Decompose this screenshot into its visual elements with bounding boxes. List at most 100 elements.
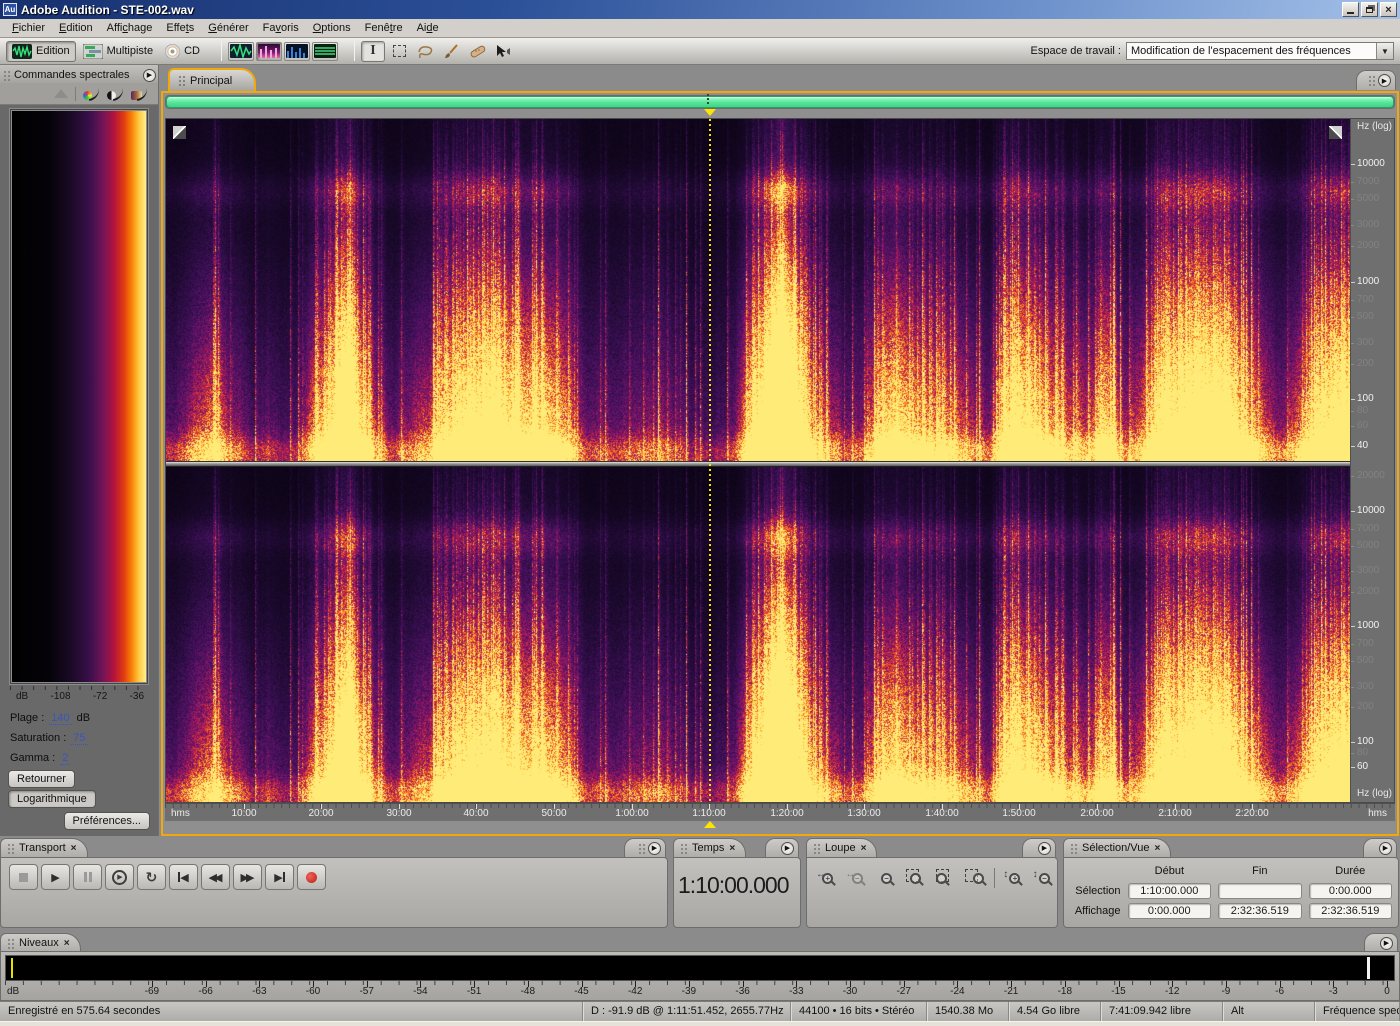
zoom-selection-end-button[interactable] — [962, 866, 987, 890]
spectrogram-left-channel[interactable] — [166, 119, 1350, 461]
view-waveform-button[interactable] — [228, 41, 254, 61]
plage-value[interactable]: 140 — [49, 712, 72, 725]
tab-selection-vue[interactable]: Sélection/Vue × — [1063, 838, 1172, 857]
playhead-line[interactable] — [709, 119, 711, 802]
time-ruler[interactable]: hms hms 10:00 20:00 30:00 40:00 50:00 1:00:00… — [165, 803, 1395, 821]
corner-grip-icon[interactable] — [173, 126, 186, 139]
minimize-button[interactable] — [1342, 2, 1359, 17]
panel-menu-icon[interactable]: ▶ — [781, 841, 794, 855]
level-meter[interactable] — [5, 955, 1395, 981]
close-icon[interactable]: × — [861, 843, 867, 854]
panel-grip[interactable] — [1368, 75, 1375, 86]
freq-label-3000: 3000 — [1357, 565, 1380, 576]
record-button[interactable] — [297, 864, 326, 890]
saturation-value[interactable]: 75 — [71, 732, 88, 745]
gamma-value[interactable]: 2 — [60, 752, 71, 765]
menu-aide[interactable]: Aide — [410, 20, 446, 36]
loop-button[interactable]: ↻ — [137, 864, 166, 890]
multipiste-view-button[interactable]: Multipiste — [78, 42, 158, 61]
menu-effets[interactable]: Effets — [159, 20, 201, 36]
preferences-button[interactable]: Préférences... — [63, 812, 150, 830]
tab-temps[interactable]: Temps × — [673, 838, 747, 857]
panel-menu-icon[interactable]: ▶ — [143, 68, 156, 82]
view-spectral-pan-button[interactable] — [284, 41, 310, 61]
horizontal-scrollbar[interactable] — [165, 94, 1395, 109]
chevron-down-icon[interactable]: ▼ — [1376, 43, 1393, 59]
panel-grip[interactable] — [3, 69, 10, 81]
color-curve-icon[interactable] — [83, 88, 100, 100]
close-icon[interactable]: × — [729, 843, 735, 854]
panel-menu-icon[interactable]: ▶ — [648, 841, 661, 855]
corner-grip-icon[interactable] — [1329, 126, 1342, 139]
panel-menu-icon[interactable]: ▶ — [1380, 936, 1393, 950]
close-button[interactable]: × — [1380, 2, 1397, 17]
close-icon[interactable]: × — [64, 938, 70, 949]
freq-label-500: 500 — [1357, 311, 1374, 322]
menu-edition[interactable]: Edition — [52, 20, 100, 36]
fast-forward-button[interactable]: ▶▶ — [233, 864, 262, 890]
play-from-cursor-button[interactable]: ▶ — [105, 864, 134, 890]
time-selection-tool[interactable]: I — [361, 40, 385, 62]
selection-duree-field[interactable]: 0:00.000 — [1308, 883, 1393, 899]
affichage-debut-field[interactable]: 0:00.000 — [1127, 903, 1212, 919]
meter-label--12: -12 — [1164, 986, 1180, 997]
close-icon[interactable]: × — [1154, 843, 1160, 854]
tab-loupe[interactable]: Loupe × — [806, 838, 878, 857]
healing-tool[interactable] — [465, 41, 489, 62]
zoom-selection-button[interactable] — [903, 866, 928, 890]
workspace-dropdown[interactable]: Modification de l'espacement des fréquen… — [1126, 42, 1394, 60]
edition-view-button[interactable]: Edition — [6, 40, 76, 62]
spectrogram-right-channel[interactable] — [166, 467, 1350, 802]
menu-options[interactable]: Options — [306, 20, 358, 36]
restore-button[interactable] — [1361, 2, 1378, 17]
selection-fin-field[interactable] — [1218, 883, 1302, 899]
spectral-palette-gradient[interactable] — [10, 109, 148, 684]
meter-label--9: -9 — [1221, 986, 1231, 997]
menu-fichier[interactable]: Fichier — [5, 20, 52, 36]
brush-tool[interactable] — [439, 41, 463, 62]
close-icon[interactable]: × — [71, 843, 77, 854]
marquee-selection-tool[interactable] — [387, 41, 411, 62]
lasso-selection-tool[interactable] — [413, 41, 437, 62]
tab-transport[interactable]: Transport × — [0, 838, 88, 857]
go-end-button[interactable]: ▶ — [265, 864, 294, 890]
panel-menu-icon[interactable]: ▶ — [1379, 841, 1392, 855]
playhead-marker-top[interactable] — [704, 109, 716, 116]
contrast-curve-icon[interactable] — [107, 88, 124, 100]
cd-view-button[interactable]: CD — [160, 42, 205, 61]
scrub-tool[interactable] — [491, 41, 515, 62]
playhead-marker-bottom[interactable] — [704, 821, 716, 828]
stop-button[interactable] — [9, 864, 38, 890]
affichage-duree-field[interactable]: 2:32:36.519 — [1308, 903, 1393, 919]
view-spectral-button[interactable] — [256, 41, 282, 61]
menu-fenêtre[interactable]: Fenêtre — [358, 20, 410, 36]
menu-affichage[interactable]: Affichage — [100, 20, 160, 36]
affichage-fin-field[interactable]: 2:32:36.519 — [1218, 903, 1302, 919]
logarithmique-button[interactable]: Logarithmique — [8, 790, 96, 808]
panel-menu-icon[interactable]: ▶ — [1038, 841, 1051, 855]
zoom-out-vertical-button[interactable]: ↕ − — [1032, 866, 1057, 890]
go-start-button[interactable]: ◀ — [169, 864, 198, 890]
menu-favoris[interactable]: Favoris — [256, 20, 306, 36]
time-display[interactable]: 1:10:00.000 — [674, 858, 800, 899]
tab-principal[interactable]: Principal — [168, 68, 257, 91]
tab-niveaux[interactable]: Niveaux × — [0, 933, 81, 952]
zoom-out-horizontal-button[interactable]: ↔ − — [844, 866, 869, 890]
horizontal-scrollbar-thumb[interactable] — [166, 96, 1394, 108]
zoom-full-button[interactable]: − — [874, 866, 899, 890]
spectral-marker-icon[interactable] — [54, 89, 68, 98]
retourner-button[interactable]: Retourner — [8, 770, 75, 788]
play-button[interactable]: ▶ — [41, 864, 70, 890]
menu-générer[interactable]: Générer — [201, 20, 255, 36]
rewind-button[interactable]: ◀◀ — [201, 864, 230, 890]
pause-button[interactable] — [73, 864, 102, 890]
selection-debut-field[interactable]: 1:10:00.000 — [1127, 883, 1212, 899]
zoom-in-vertical-button[interactable]: ↕ + — [1002, 866, 1027, 890]
frequency-axis[interactable]: Hz (log) 10000 7000 5000 3000 2000 1000 700 500 3… — [1350, 119, 1394, 802]
ruler-label-30:00: 30:00 — [386, 808, 412, 819]
zoom-in-horizontal-button[interactable]: ↔ + — [815, 866, 840, 890]
view-phase-button[interactable] — [312, 41, 338, 61]
panel-menu-icon[interactable]: ▶ — [1378, 74, 1391, 87]
zoom-selection-start-button[interactable] — [933, 866, 958, 890]
gradient-curve-icon[interactable] — [131, 88, 148, 100]
